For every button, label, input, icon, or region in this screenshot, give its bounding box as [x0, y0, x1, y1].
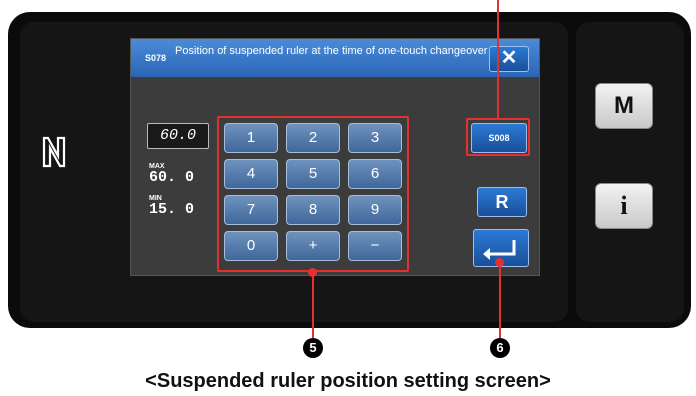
keypad-highlight [217, 116, 409, 272]
dialog-title: Position of suspended ruler at the time … [175, 45, 488, 57]
info-button[interactable]: i [595, 183, 653, 229]
max-value: 60. 0 [149, 169, 195, 186]
close-button[interactable]: ✕ [489, 46, 529, 72]
min-value: 15. 0 [149, 201, 195, 218]
reset-button[interactable]: R [477, 187, 527, 217]
max-limit: MAX 60. 0 [149, 163, 194, 185]
dialog-code: S078 [145, 53, 167, 63]
enter-callout-dot [495, 258, 504, 267]
min-limit: MIN 15. 0 [149, 195, 194, 217]
m-button[interactable]: M [595, 83, 653, 129]
keypad-callout-dot [308, 268, 317, 277]
s008-callout-line [497, 0, 499, 118]
enter-callout-line [499, 262, 501, 338]
dialog-header: S078 Position of suspended ruler at the … [131, 39, 539, 77]
figure-caption: <Suspended ruler position setting screen… [145, 370, 551, 392]
keypad-callout-line [312, 272, 314, 338]
enter-marker: 6 [490, 338, 510, 358]
nfc-icon [42, 136, 66, 168]
s008-highlight [466, 118, 530, 156]
keypad-marker: 5 [303, 338, 323, 358]
value-display: 60.0 [147, 123, 209, 149]
hardware-button-panel [576, 22, 684, 322]
